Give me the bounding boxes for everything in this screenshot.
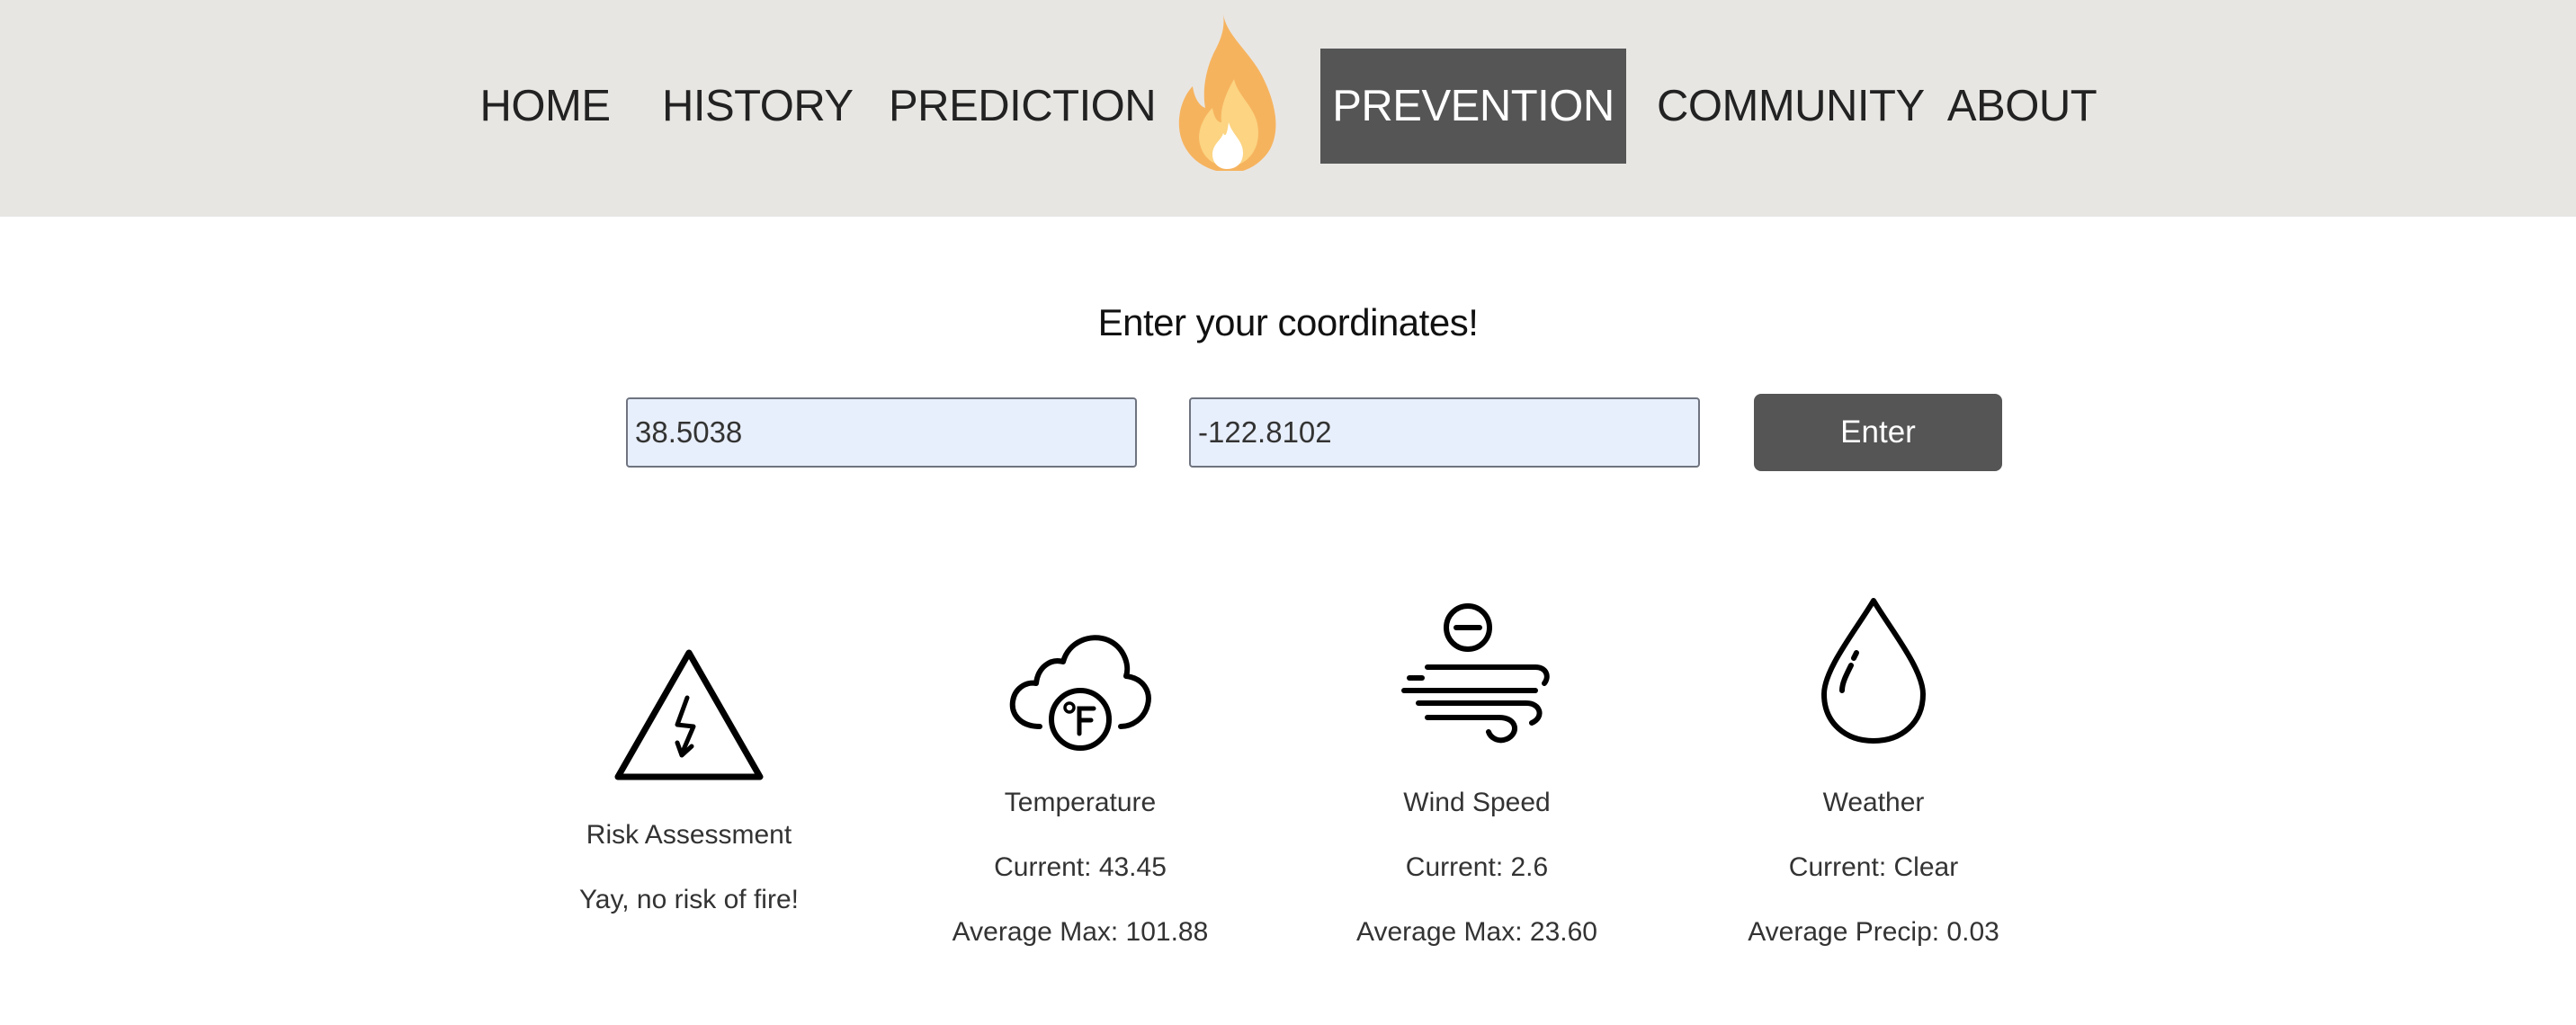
temperature-card: Temperature Current: 43.45 Average Max: … [909, 593, 1251, 971]
weather-title: Weather [1822, 788, 1925, 817]
longitude-input[interactable] [1189, 397, 1700, 468]
weather-average: Average Precip: 0.03 [1748, 917, 1999, 947]
wind-speed-card: Wind Speed Current: 2.6 Average Max: 23.… [1306, 593, 1648, 971]
nav-about[interactable]: ABOUT [1946, 49, 2097, 164]
temperature-title: Temperature [1004, 788, 1157, 817]
water-drop-icon [1821, 598, 1926, 744]
wind-current: Current: 2.6 [1405, 852, 1549, 882]
wind-average: Average Max: 23.60 [1356, 917, 1597, 947]
risk-result: Yay, no risk of fire! [579, 885, 799, 914]
risk-assessment-card: Risk Assessment Yay, no risk of fire! [518, 593, 860, 935]
nav-home[interactable]: HOME [477, 49, 613, 164]
enter-button[interactable]: Enter [1754, 394, 2002, 471]
nav-community[interactable]: COMMUNITY [1657, 49, 1925, 164]
nav-prevention[interactable]: PREVENTION [1320, 49, 1626, 164]
weather-current: Current: Clear [1788, 852, 1959, 882]
wind-icon [1401, 603, 1550, 744]
coordinates-heading: Enter your coordinates! [1097, 301, 1479, 343]
nav-history[interactable]: HISTORY [662, 49, 854, 164]
top-navigation-bar: HOME HISTORY PREDICTION PREVENTION COMMU… [0, 0, 2576, 217]
temperature-average: Average Max: 101.88 [952, 917, 1209, 947]
risk-title: Risk Assessment [586, 820, 792, 850]
temperature-current: Current: 43.45 [994, 852, 1167, 882]
flame-icon[interactable] [1176, 9, 1281, 174]
wind-title: Wind Speed [1403, 788, 1551, 817]
cloud-fahrenheit-icon [1009, 635, 1151, 751]
weather-card: Weather Current: Clear Average Precip: 0… [1703, 593, 2044, 971]
high-voltage-warning-icon [614, 649, 764, 780]
latitude-input[interactable] [626, 397, 1137, 468]
nav-prediction[interactable]: PREDICTION [889, 49, 1157, 164]
